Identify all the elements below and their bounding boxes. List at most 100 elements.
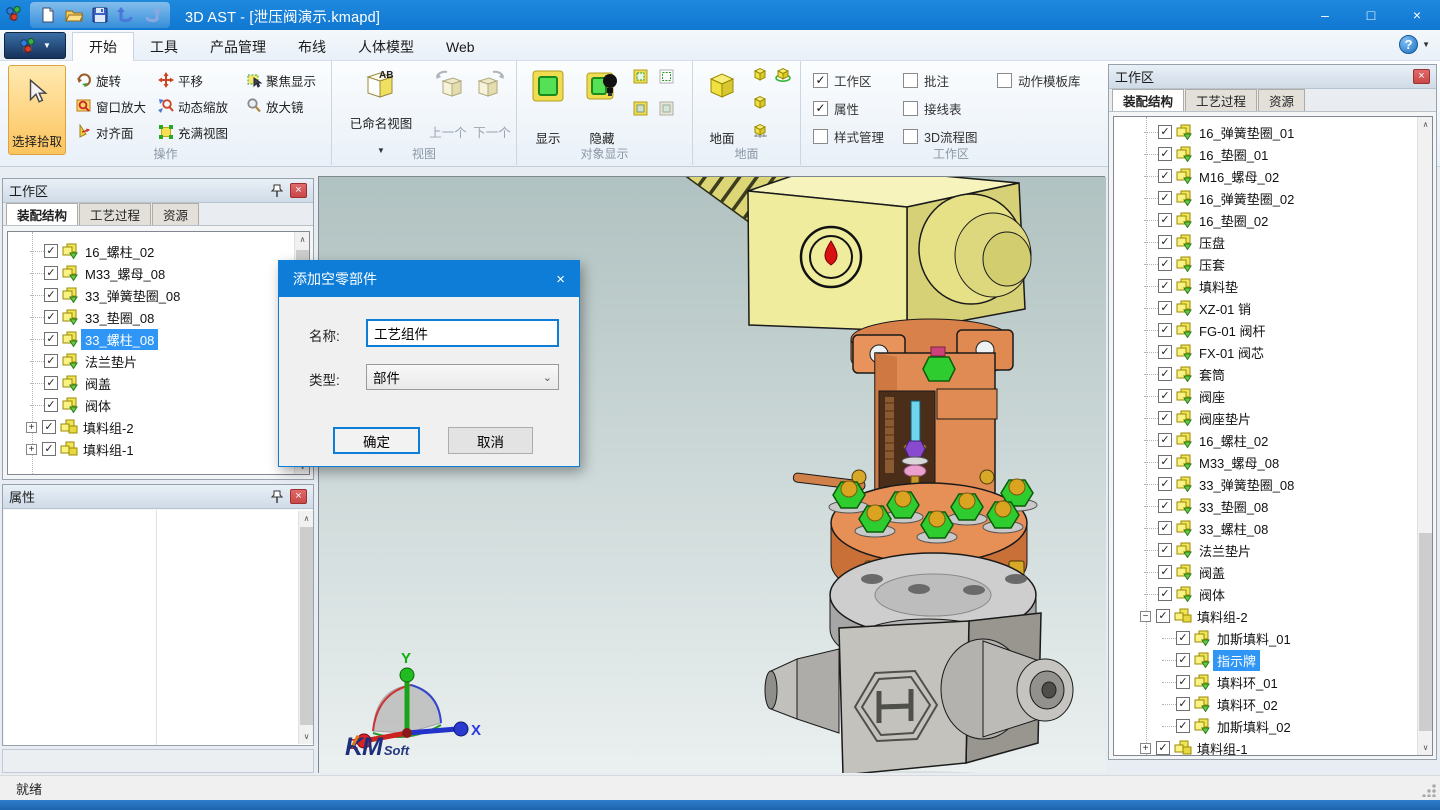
tree-item-label[interactable]: 阀座 <box>1195 386 1229 407</box>
checkbox-wiring-table[interactable]: 接线表 <box>903 99 962 118</box>
new-file-button[interactable] <box>38 5 58 25</box>
help-icon[interactable]: ? <box>1399 35 1418 54</box>
tree-item-label[interactable]: 16_弹簧垫圈_01 <box>1195 122 1298 143</box>
tree-checkbox[interactable]: ✓ <box>44 244 58 258</box>
pin-icon[interactable] <box>269 183 285 199</box>
tree-item[interactable]: ✓16_垫圈_02 <box>1114 209 1432 231</box>
tree-item-label[interactable]: 加斯填料_01 <box>1213 628 1295 649</box>
tree-checkbox[interactable]: ✓ <box>44 376 58 390</box>
pin-icon[interactable] <box>269 489 285 505</box>
hide-button[interactable]: 隐藏 <box>577 63 627 151</box>
ground-mini-2-icon[interactable] <box>753 95 767 113</box>
close-icon[interactable]: × <box>290 183 307 198</box>
tree-checkbox[interactable]: ✓ <box>1158 279 1172 293</box>
app-menu-button[interactable]: ▼ <box>4 32 66 59</box>
tab-process[interactable]: 工艺过程 <box>79 203 151 225</box>
tree-item[interactable]: ✓阀体 <box>1114 583 1432 605</box>
select-pick-button[interactable]: 选择拾取 <box>8 65 66 155</box>
tree-checkbox[interactable]: ✓ <box>1158 389 1172 403</box>
tree-item[interactable]: ✓33_垫圈_08 <box>1114 495 1432 517</box>
rotate-button[interactable]: 旋转 <box>76 69 121 91</box>
close-icon[interactable]: × <box>290 489 307 504</box>
hide-selected-icon[interactable] <box>659 69 674 87</box>
tree-checkbox[interactable]: ✓ <box>1158 125 1172 139</box>
tree-item[interactable]: ✓ 阀盖 <box>8 372 309 394</box>
cancel-button[interactable]: 取消 <box>448 427 533 454</box>
properties-scrollbar[interactable]: ∧∨ <box>298 511 313 744</box>
close-icon[interactable]: × <box>556 271 565 288</box>
tree-item-label[interactable]: M33_螺母_08 <box>1195 452 1283 473</box>
next-view-button[interactable]: 下一个 <box>470 63 514 145</box>
tree-checkbox[interactable]: ✓ <box>1156 609 1170 623</box>
tree-item[interactable]: ✓填料环_01 <box>1114 671 1432 693</box>
tree-item-label[interactable]: 33_垫圈_08 <box>81 307 158 328</box>
tree-item[interactable]: ✓填料垫 <box>1114 275 1432 297</box>
dialog-titlebar[interactable]: 添加空零部件 × <box>279 261 579 297</box>
tree-item[interactable]: ✓M33_螺母_08 <box>1114 451 1432 473</box>
tree-item-label[interactable]: 16_螺柱_02 <box>1195 430 1272 451</box>
resize-grip[interactable] <box>1422 783 1436 797</box>
checkbox-properties[interactable]: ✓属性 <box>813 99 859 118</box>
focus-display-button[interactable]: 聚焦显示 <box>246 69 316 91</box>
minimize-button[interactable]: – <box>1302 0 1348 30</box>
tree-item-label[interactable]: XZ-01 销 <box>1195 298 1255 319</box>
tree-checkbox[interactable]: ✓ <box>1158 191 1172 205</box>
tree-checkbox[interactable]: ✓ <box>1158 345 1172 359</box>
tree-item[interactable]: +✓填料组-1 <box>8 438 309 460</box>
tree-checkbox[interactable]: ✓ <box>1176 697 1190 711</box>
tree-item[interactable]: ✓法兰垫片 <box>8 350 309 372</box>
tree-item[interactable]: ✓16_垫圈_01 <box>1114 143 1432 165</box>
undo-button[interactable] <box>116 5 136 25</box>
expand-icon[interactable]: + <box>1140 743 1151 754</box>
tree-item[interactable]: ✓ 16_弹簧垫圈_01 <box>1114 121 1432 143</box>
tree-item-label[interactable]: 33_螺柱_08 <box>1195 518 1272 539</box>
tree-item[interactable]: ✓33_垫圈_08 <box>8 306 309 328</box>
checkbox-3d-flowchart[interactable]: 3D流程图 <box>903 127 977 146</box>
tree-item[interactable]: ✓压盘 <box>1114 231 1432 253</box>
expand-icon[interactable]: + <box>26 444 37 455</box>
tree-item[interactable]: + ✓ 填料组-1 <box>1114 737 1432 756</box>
tree-item-label[interactable]: 阀盖 <box>81 373 115 394</box>
tab-resources[interactable]: 资源 <box>1258 89 1305 111</box>
collapse-icon[interactable]: − <box>1140 611 1151 622</box>
tree-item[interactable]: ✓阀体 <box>8 394 309 416</box>
tree-item-label[interactable]: 33_螺柱_08 <box>81 329 158 350</box>
window-zoom-button[interactable]: 窗口放大 <box>76 95 146 117</box>
tree-checkbox[interactable]: ✓ <box>1158 235 1172 249</box>
close-button[interactable]: × <box>1394 0 1440 30</box>
tree-checkbox[interactable]: ✓ <box>1156 741 1170 755</box>
tree-item-label[interactable]: 填料组-1 <box>1193 738 1252 757</box>
ground-button[interactable]: 地面 <box>697 63 747 151</box>
tree-checkbox[interactable]: ✓ <box>1158 565 1172 579</box>
checkbox-action-template[interactable]: 动作模板库 <box>997 71 1081 90</box>
tree-item[interactable]: −✓ 填料组-2 <box>1114 605 1432 627</box>
maximize-button[interactable]: □ <box>1348 0 1394 30</box>
tree-checkbox[interactable]: ✓ <box>1158 257 1172 271</box>
tree-item[interactable]: ✓33_螺柱_08 <box>1114 517 1432 539</box>
tree-item-label[interactable]: 填料组-2 <box>1193 606 1252 627</box>
tree-checkbox[interactable]: ✓ <box>42 420 56 434</box>
tree-item[interactable]: ✓33_螺柱_08 <box>8 328 309 350</box>
expand-icon[interactable]: + <box>26 422 37 433</box>
tab-assembly-structure[interactable]: 装配结构 <box>1112 89 1184 111</box>
magnifier-button[interactable]: 放大镜 <box>246 95 304 117</box>
tree-item[interactable]: ✓压套 <box>1114 253 1432 275</box>
tree-item-label[interactable]: 填料环_02 <box>1213 694 1282 715</box>
tree-checkbox[interactable]: ✓ <box>1158 169 1172 183</box>
show-selected-icon[interactable] <box>633 69 648 87</box>
tree-item[interactable]: ✓XZ-01 销 <box>1114 297 1432 319</box>
tab-assembly-structure[interactable]: 装配结构 <box>6 203 78 225</box>
tree-item[interactable]: ✓ 阀座 <box>1114 385 1432 407</box>
tree-item-label[interactable]: 16_螺柱_02 <box>81 241 158 262</box>
tree-item-label[interactable]: 法兰垫片 <box>1195 540 1255 561</box>
ground-grid-icon[interactable] <box>753 123 768 141</box>
tree-item[interactable]: ✓16_螺柱_02 <box>1114 429 1432 451</box>
chevron-down-icon[interactable]: ▼ <box>1422 40 1430 49</box>
previous-view-button[interactable]: 上一个 <box>426 63 470 145</box>
show-all-icon[interactable] <box>633 101 648 119</box>
tree-item-label[interactable]: 阀座垫片 <box>1195 408 1255 429</box>
tree-item[interactable]: ✓M16_螺母_02 <box>1114 165 1432 187</box>
type-select[interactable]: 部件 ⌄ <box>366 364 559 390</box>
tree-checkbox[interactable]: ✓ <box>1158 367 1172 381</box>
tab-tools[interactable]: 工具 <box>134 32 194 61</box>
